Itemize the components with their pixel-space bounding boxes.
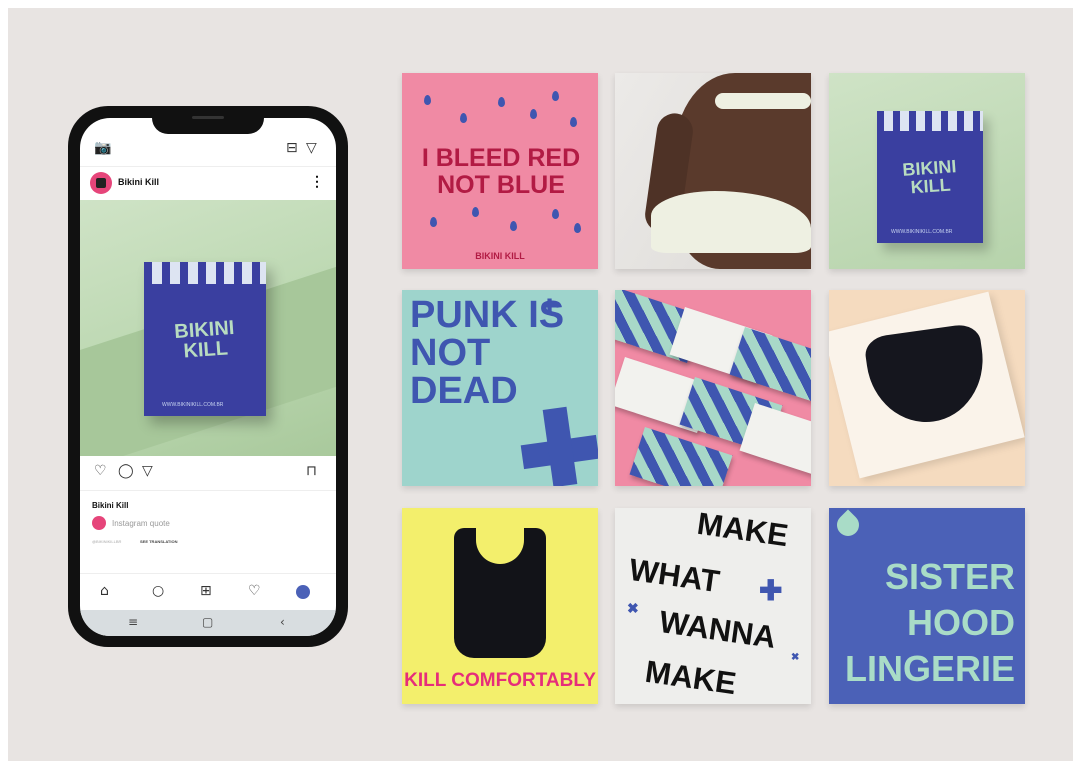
- tile-model-photo[interactable]: [615, 73, 811, 269]
- box-logo: BIKINI KILL: [901, 156, 958, 198]
- droplet-icon: [552, 209, 559, 219]
- tile-line-1: MAKE: [695, 508, 791, 554]
- business-card: [739, 403, 811, 479]
- camera-icon[interactable]: 📷: [94, 140, 111, 156]
- bottom-tab-bar: ⌂ ○ ⊞ ♡: [80, 573, 336, 610]
- tile-line-1: SISTER: [884, 556, 1015, 597]
- product-box: BIKINI KILL WWW.BIKINIKILL.COM.BR: [877, 111, 983, 243]
- back-icon[interactable]: ‹: [280, 615, 285, 629]
- cross-shape: [542, 406, 578, 486]
- home-button-icon[interactable]: ▢: [202, 615, 213, 629]
- product-box: BIKINI KILL WWW.BIKINIKILL.COM.BR: [144, 262, 266, 416]
- droplet-icon: [430, 217, 437, 227]
- box-lid-pattern: [877, 111, 983, 131]
- profile-tab-icon[interactable]: [296, 585, 310, 599]
- instagram-header: 📷 ⊟ ▽: [80, 136, 336, 166]
- comment-icon[interactable]: ◯: [118, 463, 134, 479]
- droplet-icon: [552, 91, 559, 101]
- x-icon: ✖: [791, 652, 800, 663]
- post-header: Bikini Kill ⋮: [80, 166, 336, 199]
- tile-headline: I BLEED RED NOT BLUE: [421, 144, 581, 199]
- tile-sisterhood-lingerie[interactable]: SISTER HOOD LINGERIE: [829, 508, 1025, 704]
- droplet-icon: [510, 221, 517, 231]
- caption-avatar: [92, 516, 106, 530]
- search-icon[interactable]: ○: [152, 583, 164, 599]
- see-translation-link[interactable]: SEE TRANSLATION: [140, 539, 177, 544]
- x-icon: ✖: [627, 600, 639, 616]
- droplet-icon: [472, 207, 479, 217]
- sports-bra: [454, 524, 546, 658]
- post-actions: ♡ ◯ ▽ ⊓: [80, 458, 336, 488]
- tile-line-2: WHAT: [627, 551, 722, 600]
- direct-message-icon[interactable]: ▽: [306, 140, 317, 156]
- igtv-icon[interactable]: ⊟: [286, 140, 298, 156]
- tile-business-cards[interactable]: [615, 290, 811, 486]
- caption-handle: @BIKINIKILLBR: [92, 539, 122, 544]
- tile-product-flatlay[interactable]: [829, 290, 1025, 486]
- droplet-icon: [530, 109, 537, 119]
- post-image[interactable]: BIKINI KILL WWW.BIKINIKILL.COM.BR: [80, 200, 336, 456]
- profile-name[interactable]: Bikini Kill: [118, 177, 159, 187]
- plus-icon: ✚: [542, 296, 558, 316]
- box-logo: BIKINI KILL: [173, 316, 235, 363]
- add-post-icon[interactable]: ⊞: [200, 583, 212, 599]
- post-caption: Bikini Kill Instagram quote @BIKINIKILLB…: [80, 490, 336, 571]
- save-icon[interactable]: ⊓: [306, 463, 317, 479]
- tile-line-3: LINGERIE: [845, 648, 1016, 689]
- box-lid-pattern: [144, 262, 266, 284]
- droplet-icon: [424, 95, 431, 105]
- more-options-icon[interactable]: ⋮: [310, 173, 324, 190]
- activity-icon[interactable]: ♡: [248, 583, 261, 599]
- caption-username[interactable]: Bikini Kill: [92, 501, 128, 510]
- tile-product-box[interactable]: BIKINI KILL WWW.BIKINIKILL.COM.BR: [829, 73, 1025, 269]
- tile-make-what-wanna-make[interactable]: MAKE WHAT WANNA MAKE ✚ ✖ ✖: [615, 508, 811, 704]
- model-bra-strap: [715, 93, 811, 109]
- droplet-icon: [498, 97, 505, 107]
- caption-quote: Instagram quote: [112, 519, 170, 528]
- droplet-icon: [574, 223, 581, 233]
- droplet-icon: [460, 113, 467, 123]
- tile-line-4: MAKE: [643, 653, 739, 702]
- tile-brand: BIKINI KILL: [475, 251, 525, 261]
- box-url: WWW.BIKINIKILL.COM.BR: [162, 402, 224, 408]
- droplet-icon: [570, 117, 577, 127]
- box-url: WWW.BIKINIKILL.COM.BR: [891, 229, 953, 235]
- tile-punk-not-dead[interactable]: PUNK IS NOT DEAD ✚: [402, 290, 598, 486]
- share-icon[interactable]: ▽: [142, 463, 153, 479]
- tile-bleed-red[interactable]: I BLEED RED NOT BLUE BIKINI KILL: [402, 73, 598, 269]
- tile-line-3: WANNA: [657, 604, 779, 655]
- like-icon[interactable]: ♡: [94, 463, 107, 479]
- tile-kill-comfortably[interactable]: KILL COMFORTABLY: [402, 508, 598, 704]
- phone-screen: 📷 ⊟ ▽ Bikini Kill ⋮ BIKINI KILL WWW.BIKI…: [80, 118, 336, 636]
- phone-notch: [152, 106, 264, 134]
- plus-icon: ✚: [759, 575, 783, 606]
- home-icon[interactable]: ⌂: [100, 583, 109, 599]
- android-nav-bar: ≡ ▢ ‹: [80, 610, 336, 636]
- tile-headline: SISTER HOOD LINGERIE: [845, 554, 1015, 692]
- tile-line-2: HOOD: [907, 602, 1015, 643]
- avatar[interactable]: [90, 172, 112, 194]
- tile-headline: KILL COMFORTABLY: [404, 670, 596, 691]
- leaf-icon: [832, 509, 864, 541]
- menu-icon[interactable]: ≡: [128, 615, 138, 629]
